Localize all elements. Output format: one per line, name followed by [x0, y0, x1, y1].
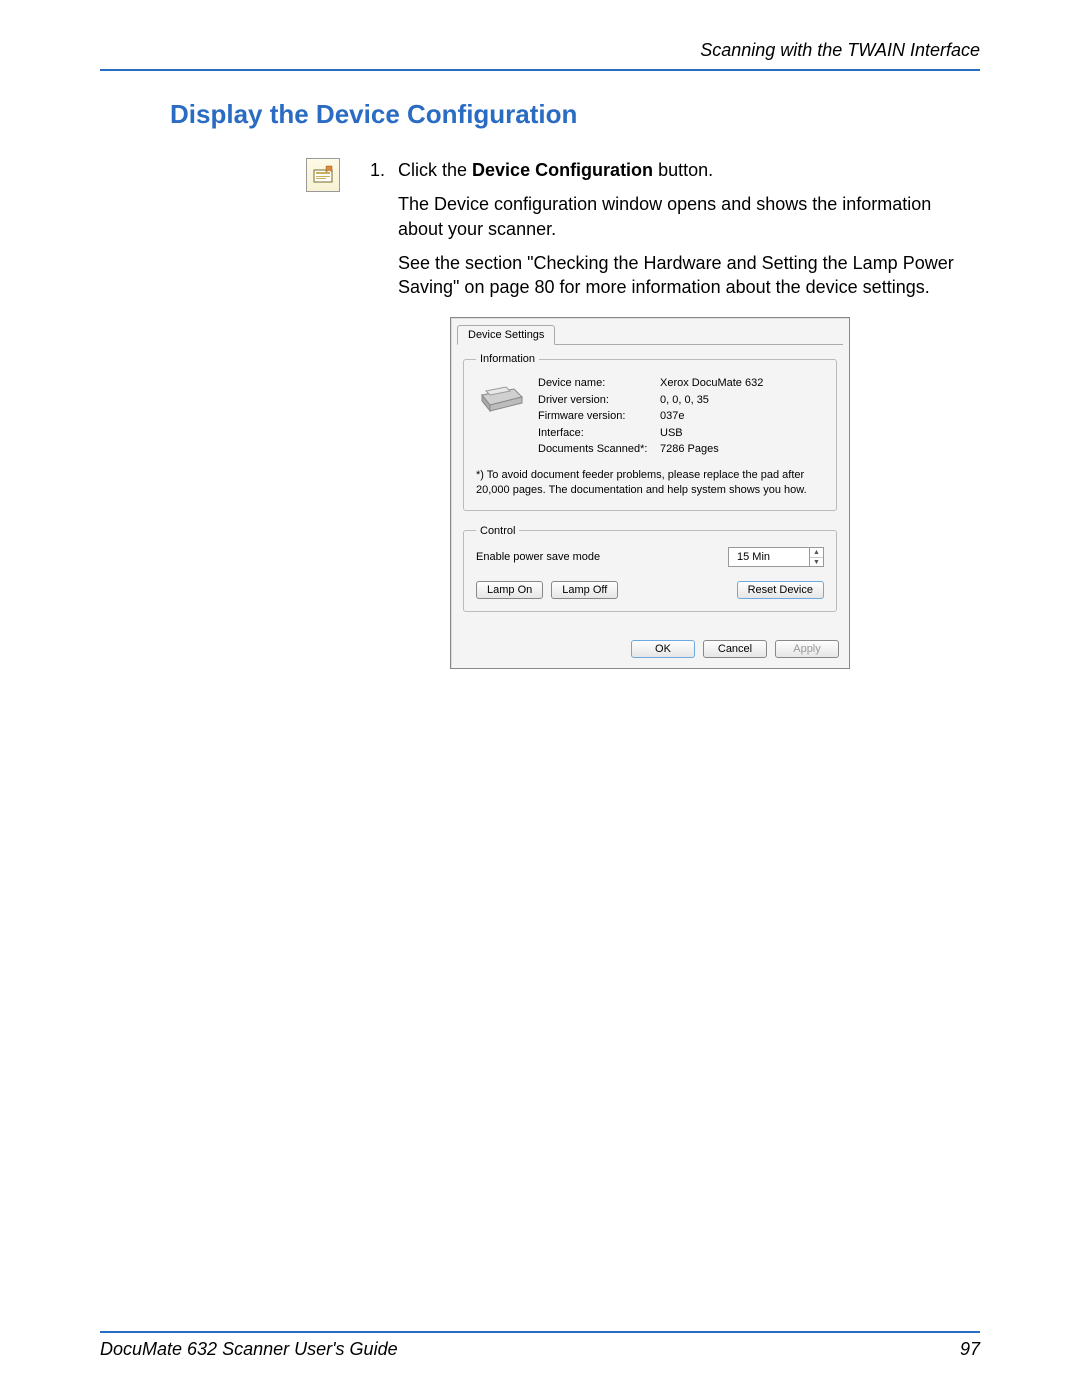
step-number: 1.: [370, 158, 398, 182]
driver-version-label: Driver version:: [538, 392, 660, 409]
control-group: Control Enable power save mode 15 Min ▲ …: [463, 525, 837, 612]
firmware-version-label: Firmware version:: [538, 408, 660, 425]
apply-button[interactable]: Apply: [775, 640, 839, 658]
spinner-down-icon[interactable]: ▼: [810, 558, 823, 567]
information-legend: Information: [476, 353, 539, 365]
device-config-icon: [306, 158, 340, 192]
interface-label: Interface:: [538, 425, 660, 442]
step-post: button.: [653, 160, 713, 180]
lamp-on-button[interactable]: Lamp On: [476, 581, 543, 599]
ok-button[interactable]: OK: [631, 640, 695, 658]
power-save-value: 15 Min: [729, 551, 809, 563]
spinner-up-icon[interactable]: ▲: [810, 548, 823, 558]
cancel-button[interactable]: Cancel: [703, 640, 767, 658]
step-pre: Click the: [398, 160, 472, 180]
footer-guide-title: DocuMate 632 Scanner User's Guide: [100, 1339, 398, 1360]
device-name-label: Device name:: [538, 375, 660, 392]
paragraph-2: See the section "Checking the Hardware a…: [398, 251, 980, 300]
driver-version-value: 0, 0, 0, 35: [660, 392, 709, 409]
lamp-off-button[interactable]: Lamp Off: [551, 581, 618, 599]
step-text: Click the Device Configuration button.: [398, 158, 980, 182]
power-save-label: Enable power save mode: [476, 551, 600, 563]
section-title: Display the Device Configuration: [170, 99, 980, 130]
footnote: *) To avoid document feeder problems, pl…: [476, 468, 824, 498]
step-bold: Device Configuration: [472, 160, 653, 180]
device-settings-dialog: Device Settings Information: [450, 317, 850, 668]
control-legend: Control: [476, 525, 519, 537]
docs-scanned-value: 7286 Pages: [660, 441, 719, 458]
step-1: 1. Click the Device Configuration button…: [370, 158, 980, 182]
reset-device-button[interactable]: Reset Device: [737, 581, 824, 599]
info-table: Device name:Xerox DocuMate 632 Driver ve…: [538, 375, 763, 458]
information-group: Information Device name:Xerox DocuMate: [463, 353, 837, 510]
chapter-header: Scanning with the TWAIN Interface: [100, 40, 980, 71]
scanner-icon: [476, 375, 524, 415]
paragraph-1: The Device configuration window opens an…: [398, 192, 980, 241]
interface-value: USB: [660, 425, 683, 442]
tab-device-settings[interactable]: Device Settings: [457, 325, 555, 345]
firmware-version-value: 037e: [660, 408, 684, 425]
power-save-spinner[interactable]: 15 Min ▲ ▼: [728, 547, 824, 567]
device-name-value: Xerox DocuMate 632: [660, 375, 763, 392]
footer-page-number: 97: [960, 1339, 980, 1360]
docs-scanned-label: Documents Scanned*:: [538, 441, 660, 458]
